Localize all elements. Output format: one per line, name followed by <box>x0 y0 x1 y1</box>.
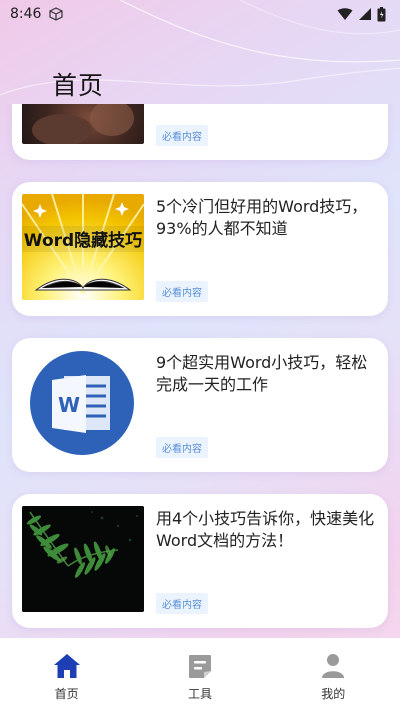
wifi-icon <box>337 8 353 20</box>
tab-label: 工具 <box>187 687 212 701</box>
signal-icon <box>359 8 371 20</box>
article-list[interactable]: 必看内容 Word隐藏技巧 5个冷门但好用的Word技巧，93%的人都不知道 必… <box>0 104 400 638</box>
article-title: 9个超实用Word小技巧，轻松完成一天的工作 <box>156 353 368 394</box>
banner-text: Word隐藏技巧 <box>24 230 142 251</box>
status-bar: 8:46 <box>0 0 400 28</box>
article-thumbnail <box>22 506 144 612</box>
article-thumbnail <box>22 104 144 144</box>
article-title: 用4个小技巧告诉你，快速美化Word文档的方法！ <box>156 509 375 550</box>
article-tag: 必看内容 <box>156 593 208 614</box>
profile-icon <box>319 652 347 680</box>
article-title: 5个冷门但好用的Word技巧，93%的人都不知道 <box>156 197 368 238</box>
article-thumbnail: Word隐藏技巧 <box>22 194 144 300</box>
tab-label: 首页 <box>54 687 79 701</box>
tab-label: 我的 <box>321 687 346 701</box>
article-card[interactable]: 用4个小技巧告诉你，快速美化Word文档的方法！ 必看内容 <box>12 494 388 628</box>
article-card[interactable]: W 9个超实用Word小技巧，轻松完成一天的工作 必看内容 <box>12 338 388 472</box>
article-thumbnail: W <box>22 350 144 456</box>
status-time: 8:46 <box>10 6 42 22</box>
article-tag: 必看内容 <box>156 437 208 458</box>
tab-profile[interactable]: 我的 <box>267 638 400 711</box>
svg-text:W: W <box>58 393 80 417</box>
article-tag: 必看内容 <box>156 125 208 146</box>
bottom-tab-bar: 首页 工具 我的 <box>0 638 400 711</box>
page-title: 首页 <box>52 71 105 100</box>
home-icon <box>53 652 81 680</box>
cube-icon <box>49 7 64 21</box>
article-card[interactable]: 必看内容 <box>12 104 388 160</box>
tab-home[interactable]: 首页 <box>0 638 133 711</box>
battery-icon <box>377 6 386 21</box>
tab-tools[interactable]: 工具 <box>133 638 266 711</box>
article-tag: 必看内容 <box>156 281 208 302</box>
article-card[interactable]: Word隐藏技巧 5个冷门但好用的Word技巧，93%的人都不知道 必看内容 <box>12 182 388 316</box>
tools-icon <box>186 652 214 680</box>
